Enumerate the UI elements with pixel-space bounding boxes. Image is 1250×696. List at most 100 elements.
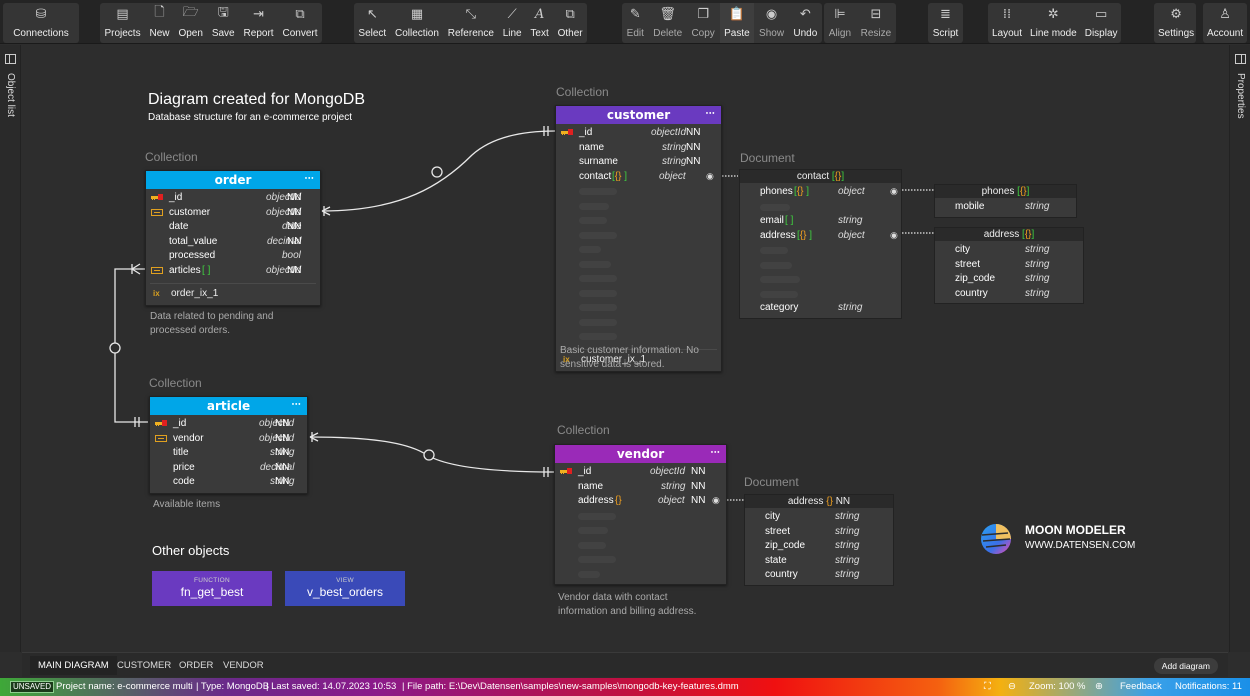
document-field[interactable]: zip_code string [935, 272, 1083, 287]
line-mode-button[interactable]: ✲ Line mode [1026, 3, 1081, 43]
field-row[interactable]: _id objectId NN [150, 417, 307, 432]
field-row[interactable]: title string NN [150, 446, 307, 461]
document-phones[interactable]: phones [{}] mobile string [934, 184, 1077, 218]
select-button[interactable]: ↖ Select [354, 3, 390, 43]
delete-button[interactable]: 🗑 Delete [649, 3, 686, 43]
document-field[interactable]: state string [745, 554, 893, 569]
display-button[interactable]: ▭ Display [1081, 3, 1122, 43]
line-button[interactable]: ⟋ Line [499, 3, 526, 43]
document-field[interactable]: street string [745, 525, 893, 540]
account-button[interactable]: ♙ Account [1203, 3, 1247, 43]
convert-button[interactable]: ⧉ Convert [278, 3, 321, 43]
other-button[interactable]: ⧉ Other [554, 3, 587, 43]
more-options-icon[interactable]: ••• [705, 111, 715, 117]
field-row[interactable]: processed bool [146, 249, 320, 264]
new-button[interactable]: 🗋 New [146, 3, 174, 43]
collection-customer[interactable]: customer ••• _id objectId NN name string NN surn… [555, 105, 722, 372]
document-field[interactable]: category string [740, 301, 901, 316]
properties-icon[interactable] [1235, 54, 1246, 64]
field-row[interactable]: address{} object NN ◉ [555, 494, 726, 509]
document-customer-address[interactable]: address [{}] city string street string zip_co… [934, 227, 1084, 304]
notifications-link[interactable]: Notifications: 11 [1175, 681, 1242, 692]
reference-button[interactable]: ⤡ Reference [444, 3, 498, 43]
field-row[interactable]: date date NN [146, 220, 320, 235]
collection-button[interactable]: ▦ Collection [391, 3, 443, 43]
collection-header[interactable]: article ••• [150, 397, 307, 415]
object-list-panel[interactable]: Object list [0, 45, 21, 652]
field-row[interactable]: total_value decimal NN [146, 235, 320, 250]
text-button[interactable]: A Text [526, 3, 552, 43]
paste-button[interactable]: 📋 Paste [720, 3, 754, 43]
document-field[interactable]: country string [935, 287, 1083, 302]
document-header[interactable]: address [{}] [935, 228, 1083, 241]
properties-label[interactable]: Properties [1235, 73, 1246, 119]
document-field[interactable]: mobile string [935, 200, 1076, 215]
document-field[interactable]: zip_code string [745, 539, 893, 554]
report-button[interactable]: ⇥ Report [240, 3, 278, 43]
field-row[interactable]: name string NN [556, 141, 721, 156]
document-field[interactable]: phones[{} ] object ◉ [740, 185, 901, 200]
view-v-best-orders[interactable]: VIEW v_best_orders [285, 571, 405, 606]
connections-button[interactable]: ⛁ Connections [9, 3, 73, 43]
document-field[interactable]: email[ ] string [740, 214, 901, 229]
copy-button[interactable]: ❐ Copy [687, 3, 718, 43]
field-row[interactable]: code string NN [150, 475, 307, 490]
function-fn-get-best[interactable]: FUNCTION fn_get_best [152, 571, 272, 606]
zoom-in-icon[interactable]: ⊕ [1095, 681, 1103, 692]
more-options-icon[interactable]: ••• [291, 402, 301, 408]
collection-article[interactable]: article ••• _id objectId NN vendor objectId NN t… [149, 396, 308, 494]
feedback-link[interactable]: Feedback [1120, 681, 1162, 692]
document-field[interactable]: city string [745, 510, 893, 525]
settings-button[interactable]: ⚙ Settings [1154, 3, 1198, 43]
collection-vendor[interactable]: vendor ••• _id objectId NN name string NN addres… [554, 444, 727, 585]
collection-header[interactable]: vendor ••• [555, 445, 726, 463]
tab-main-diagram[interactable]: MAIN DIAGRAM [30, 656, 117, 675]
document-header[interactable]: contact [{}] [740, 170, 901, 183]
collection-header[interactable]: order ••• [146, 171, 320, 189]
object-list-icon[interactable] [5, 54, 16, 64]
fullscreen-icon[interactable]: ⛶ [984, 681, 991, 692]
layout-button[interactable]: ⁞⁞ Layout [988, 3, 1026, 43]
edit-button[interactable]: ✎ Edit [623, 3, 648, 43]
field-row[interactable]: contact[{} ] object ◉ [556, 170, 721, 185]
eye-icon[interactable]: ◉ [712, 495, 720, 506]
document-contact[interactable]: contact [{}] phones[{} ] object ◉ email[ ] st… [739, 169, 902, 319]
document-header[interactable]: phones [{}] [935, 185, 1076, 198]
document-vendor-address[interactable]: address {} NN city string street string zip_c… [744, 494, 894, 586]
field-row[interactable]: surname string NN [556, 155, 721, 170]
more-options-icon[interactable]: ••• [710, 450, 720, 456]
collection-order[interactable]: order ••• _id objectId NN customer objectId NN d… [145, 170, 321, 306]
document-field[interactable]: address[{} ] object ◉ [740, 229, 901, 244]
save-button[interactable]: 🖫 Save [208, 3, 239, 43]
script-button[interactable]: ≣ Script [929, 3, 963, 43]
index-row[interactable]: ix order_ix_1 [146, 284, 320, 302]
eye-icon[interactable]: ◉ [890, 186, 898, 197]
projects-button[interactable]: ▤ Projects [100, 3, 144, 43]
align-button[interactable]: ⊫ Align [825, 3, 855, 43]
field-row[interactable]: name string NN [555, 480, 726, 495]
field-row[interactable]: articles[ ] objectId NN [146, 264, 320, 279]
show-button[interactable]: ◉ Show [755, 3, 788, 43]
field-row[interactable]: customer objectId NN [146, 206, 320, 221]
eye-icon[interactable]: ◉ [890, 230, 898, 241]
open-button[interactable]: 🗁 Open [174, 3, 206, 43]
document-header[interactable]: address {} NN [745, 495, 893, 508]
field-row[interactable]: vendor objectId NN [150, 432, 307, 447]
object-list-label[interactable]: Object list [5, 73, 16, 117]
collection-header[interactable]: customer ••• [556, 106, 721, 124]
document-field[interactable]: country string [745, 568, 893, 583]
tab-customer[interactable]: CUSTOMER [109, 656, 179, 675]
diagram-canvas[interactable]: Diagram created for MongoDB Database str… [22, 45, 1228, 652]
field-row[interactable]: _id objectId NN [146, 191, 320, 206]
properties-panel[interactable]: Properties [1229, 45, 1250, 652]
field-row[interactable]: _id objectId NN [556, 126, 721, 141]
field-row[interactable]: _id objectId NN [555, 465, 726, 480]
zoom-out-icon[interactable]: ⊖ [1008, 681, 1016, 692]
more-options-icon[interactable]: ••• [304, 176, 314, 182]
resize-button[interactable]: ⊟ Resize [857, 3, 896, 43]
tab-vendor[interactable]: VENDOR [215, 656, 272, 675]
eye-icon[interactable]: ◉ [706, 171, 714, 182]
tab-order[interactable]: ORDER [171, 656, 221, 675]
document-field[interactable]: city string [935, 243, 1083, 258]
undo-button[interactable]: ↶ Undo [789, 3, 821, 43]
